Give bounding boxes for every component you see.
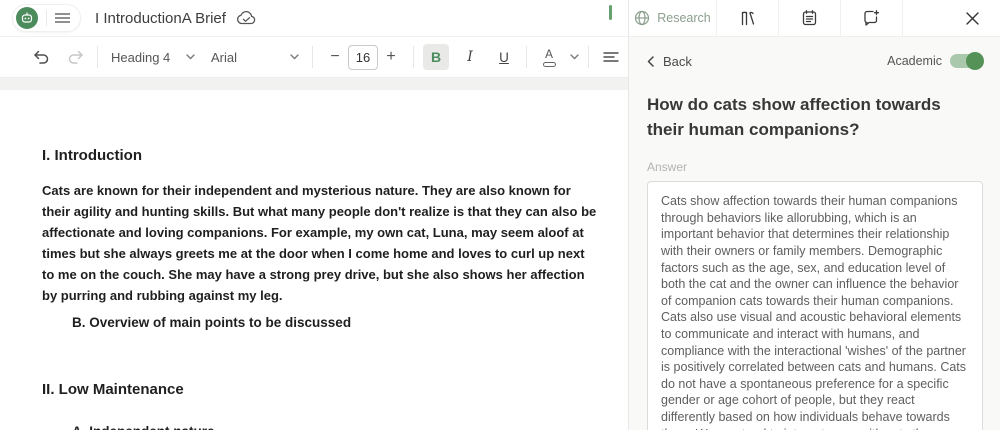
doc-heading-low-maintenance: II. Low Maintenance <box>42 381 600 398</box>
close-icon <box>965 11 980 26</box>
academic-toggle[interactable] <box>950 54 982 68</box>
text-color-label: A <box>545 48 553 60</box>
font-family-dropdown[interactable]: Arial <box>207 44 303 70</box>
paragraph-style-dropdown[interactable]: Heading 4 <box>107 44 199 70</box>
doc-subheading-overview: B. Overview of main points to be discuss… <box>72 315 600 330</box>
hamburger-menu-icon[interactable] <box>55 12 70 24</box>
chat-add-icon <box>863 10 880 26</box>
italic-button[interactable]: I <box>457 44 483 70</box>
header: I IntroductionA Brief <box>0 0 628 37</box>
chevron-down-icon <box>290 54 299 60</box>
research-panel: Research <box>628 0 1000 430</box>
app-logo-icon[interactable] <box>16 7 38 29</box>
academic-control: Academic <box>887 54 982 68</box>
doc-heading-introduction: I. Introduction <box>42 147 600 164</box>
align-button[interactable] <box>598 44 624 70</box>
tab-research-label: Research <box>657 11 711 25</box>
paragraph-style-value: Heading 4 <box>111 50 170 65</box>
bold-button[interactable]: B <box>423 44 449 70</box>
chevron-down-icon[interactable] <box>570 54 579 60</box>
underline-button[interactable]: U <box>491 44 517 70</box>
back-button[interactable]: Back <box>647 54 692 69</box>
answer-textarea[interactable]: Cats show affection towards their human … <box>647 181 983 430</box>
document-title[interactable]: I IntroductionA Brief <box>95 10 226 27</box>
cloud-saved-icon <box>236 10 257 26</box>
tab-new-chat[interactable] <box>841 0 903 36</box>
tab-research[interactable]: Research <box>629 0 717 36</box>
academic-label: Academic <box>887 54 942 68</box>
close-panel-button[interactable] <box>944 0 1000 36</box>
logo-menu-pill <box>12 4 81 32</box>
app-window: I IntroductionA Brief Heading 4 <box>0 0 1000 430</box>
books-icon <box>740 11 756 26</box>
research-question: How do cats show affection towards their… <box>647 93 947 142</box>
answer-label: Answer <box>647 160 982 174</box>
panel-header-row: Back Academic <box>647 41 982 81</box>
document-body: I. Introduction Cats are known for their… <box>0 90 600 430</box>
font-size-input[interactable]: 16 <box>348 45 378 70</box>
doc-subheading-independent: A. Independent nature <box>72 424 600 430</box>
back-label: Back <box>663 54 692 69</box>
text-cursor <box>609 5 612 20</box>
tab-notes[interactable] <box>779 0 841 36</box>
toggle-knob <box>966 52 984 70</box>
text-color-button[interactable]: A <box>536 44 562 70</box>
chevron-left-icon <box>647 56 654 67</box>
panel-tab-bar: Research <box>629 0 1000 37</box>
doc-paragraph: Cats are known for their independent and… <box>42 180 600 306</box>
tab-library[interactable] <box>717 0 779 36</box>
notepad-icon <box>802 10 817 26</box>
redo-button[interactable] <box>62 44 88 70</box>
font-size-decrease-button[interactable]: − <box>322 44 348 70</box>
document-page[interactable]: I. Introduction Cats are known for their… <box>0 90 628 430</box>
pill-divider <box>46 10 47 26</box>
undo-button[interactable] <box>28 44 54 70</box>
font-size-increase-button[interactable]: + <box>378 44 404 70</box>
chevron-down-icon <box>186 54 195 60</box>
font-family-value: Arial <box>211 50 237 65</box>
page-margin-strip <box>0 78 628 90</box>
text-color-bar-icon <box>543 62 556 67</box>
panel-content: Back Academic How do cats show affection… <box>629 41 1000 430</box>
